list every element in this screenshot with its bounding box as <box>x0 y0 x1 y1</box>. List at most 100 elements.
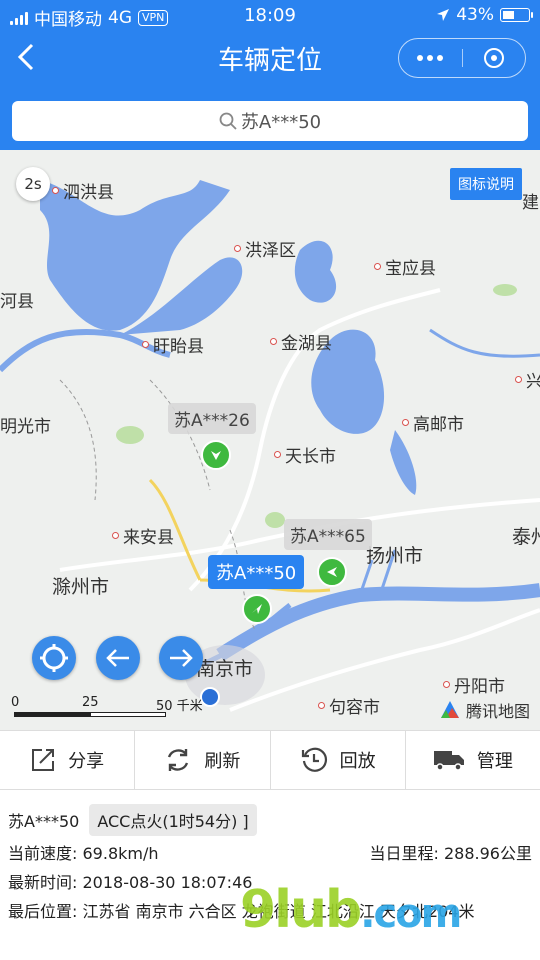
legend-button[interactable]: 图标说明 <box>450 168 522 200</box>
search-query: 苏A***50 <box>240 112 322 133</box>
miniprogram-capsule <box>398 38 526 78</box>
vehicle-arrow-icon <box>252 604 262 614</box>
city-name: 滁州市 <box>52 576 110 598</box>
city-name: 洪泽区 <box>245 241 296 261</box>
vehicle-marker[interactable] <box>317 557 347 587</box>
city-label: 建 <box>522 188 539 213</box>
refresh-button[interactable]: 刷新 <box>135 731 271 789</box>
city-name: 南京市 <box>196 658 254 680</box>
speed-value: 69.8km/h <box>82 844 159 863</box>
city-label: 兴 <box>515 367 540 392</box>
share-icon <box>32 749 55 771</box>
city-label: 盱眙县 <box>142 332 204 357</box>
city-name: 建 <box>522 193 539 213</box>
location-arrow-icon <box>437 9 450 21</box>
city-name: 高邮市 <box>413 415 464 435</box>
target-ring-icon <box>483 48 504 68</box>
city-label: 河县 <box>0 287 34 312</box>
city-label: 扬州市 <box>366 541 423 568</box>
scale-bar <box>14 712 166 717</box>
speed-row: 当前速度: 69.8km/h <box>8 840 159 864</box>
more-button[interactable] <box>399 39 462 77</box>
manage-button[interactable]: 管理 <box>406 731 540 789</box>
city-name: 丹阳市 <box>454 677 505 697</box>
city-label: 高邮市 <box>402 410 464 435</box>
next-button[interactable] <box>159 636 203 680</box>
city-dot <box>443 681 450 688</box>
city-dot <box>515 376 522 383</box>
city-label: 泗洪县 <box>52 178 114 203</box>
city-name: 盱眙县 <box>153 337 204 357</box>
city-dot <box>142 341 149 348</box>
vehicle-arrow-icon <box>211 451 221 460</box>
city-dot <box>270 338 277 345</box>
share-button[interactable]: 分享 <box>0 731 136 789</box>
mileage-value: 288.96公里 <box>444 844 532 863</box>
city-label: 南京市 <box>196 654 253 681</box>
city-label: 来安县 <box>112 523 174 548</box>
city-dot <box>234 245 241 252</box>
vehicle-arrow-icon <box>327 567 337 577</box>
playback-label: 回放 <box>339 751 376 772</box>
search-bar[interactable]: 苏A***50 <box>12 101 528 141</box>
crosshair-icon <box>40 644 68 672</box>
city-name: 宝应县 <box>385 259 436 279</box>
location-label: 最后位置: <box>8 902 78 921</box>
scale-tick: 0 <box>11 695 20 710</box>
playback-button[interactable]: 回放 <box>271 731 406 789</box>
city-label: 句容市 <box>318 693 380 718</box>
map-provider-name: 腾讯地图 <box>465 702 530 721</box>
action-toolbar: 分享 刷新 回放 管理 <box>0 730 540 790</box>
battery-icon <box>500 8 533 22</box>
city-name: 兴 <box>526 372 540 392</box>
search-icon <box>219 112 237 130</box>
vehicle-marker[interactable] <box>201 440 231 470</box>
city-label: 丹阳市 <box>443 672 505 697</box>
vehicle-plate-label[interactable]: 苏A***26 <box>168 403 256 434</box>
refresh-interval-badge[interactable]: 2s <box>16 167 50 201</box>
locate-button[interactable] <box>32 636 76 680</box>
watermark: 9lub.com <box>240 880 462 940</box>
map-provider: 腾讯地图 <box>438 698 530 722</box>
arrow-left-icon <box>106 649 129 667</box>
selected-vehicle-plate-label[interactable]: 苏A***50 <box>208 555 305 589</box>
city-label: 泰州 <box>512 522 540 549</box>
manage-label: 管理 <box>476 751 513 772</box>
share-label: 分享 <box>68 751 105 772</box>
previous-button[interactable] <box>96 636 140 680</box>
battery-percent: 43% <box>456 5 494 25</box>
city-label: 明光市 <box>0 412 51 437</box>
watermark-suffix: .com <box>360 891 462 937</box>
city-name: 扬州市 <box>366 545 424 567</box>
city-label: 滁州市 <box>52 572 109 599</box>
city-name: 泰州 <box>512 526 540 548</box>
vehicle-plate-label[interactable]: 苏A***65 <box>284 519 372 550</box>
watermark-main: 9lub <box>240 880 362 940</box>
close-miniprogram-button[interactable] <box>463 39 526 77</box>
map-view[interactable]: 2s 图标说明 泗洪县 洪泽区 宝应县 河县 盱眙县 金湖县 兴 明光市 高邮市… <box>0 150 540 730</box>
city-name: 天长市 <box>285 447 336 467</box>
city-dot <box>274 451 281 458</box>
selected-vehicle-marker[interactable] <box>242 594 272 624</box>
more-dots-icon <box>417 55 444 61</box>
vehicle-header-row: 苏A***50 ACC点火(1时54分) ] <box>8 804 257 836</box>
tencent-map-logo-icon <box>440 701 459 718</box>
time-value: 2018-08-30 18:07:46 <box>82 873 253 892</box>
arrow-right-icon <box>170 649 193 667</box>
status-bar: 中国移动 4G VPN 18:09 43% <box>0 0 540 32</box>
refresh-label: 刷新 <box>204 751 241 772</box>
scale-tick: 25 <box>82 695 99 710</box>
city-name: 金湖县 <box>281 334 332 354</box>
time-row: 最新时间: 2018-08-30 18:07:46 <box>8 869 252 893</box>
city-dot <box>402 419 409 426</box>
top-bar: 中国移动 4G VPN 18:09 43% 车辆定位 苏A***50 <box>0 0 540 150</box>
city-name: 句容市 <box>329 698 380 718</box>
city-dot <box>318 702 325 709</box>
city-dot <box>52 187 59 194</box>
city-name: 泗洪县 <box>63 183 114 203</box>
vehicle-plate: 苏A***50 <box>8 812 80 831</box>
city-name: 明光市 <box>0 417 51 437</box>
city-dot <box>112 532 119 539</box>
city-dot <box>374 263 381 270</box>
speed-label: 当前速度: <box>8 844 78 863</box>
